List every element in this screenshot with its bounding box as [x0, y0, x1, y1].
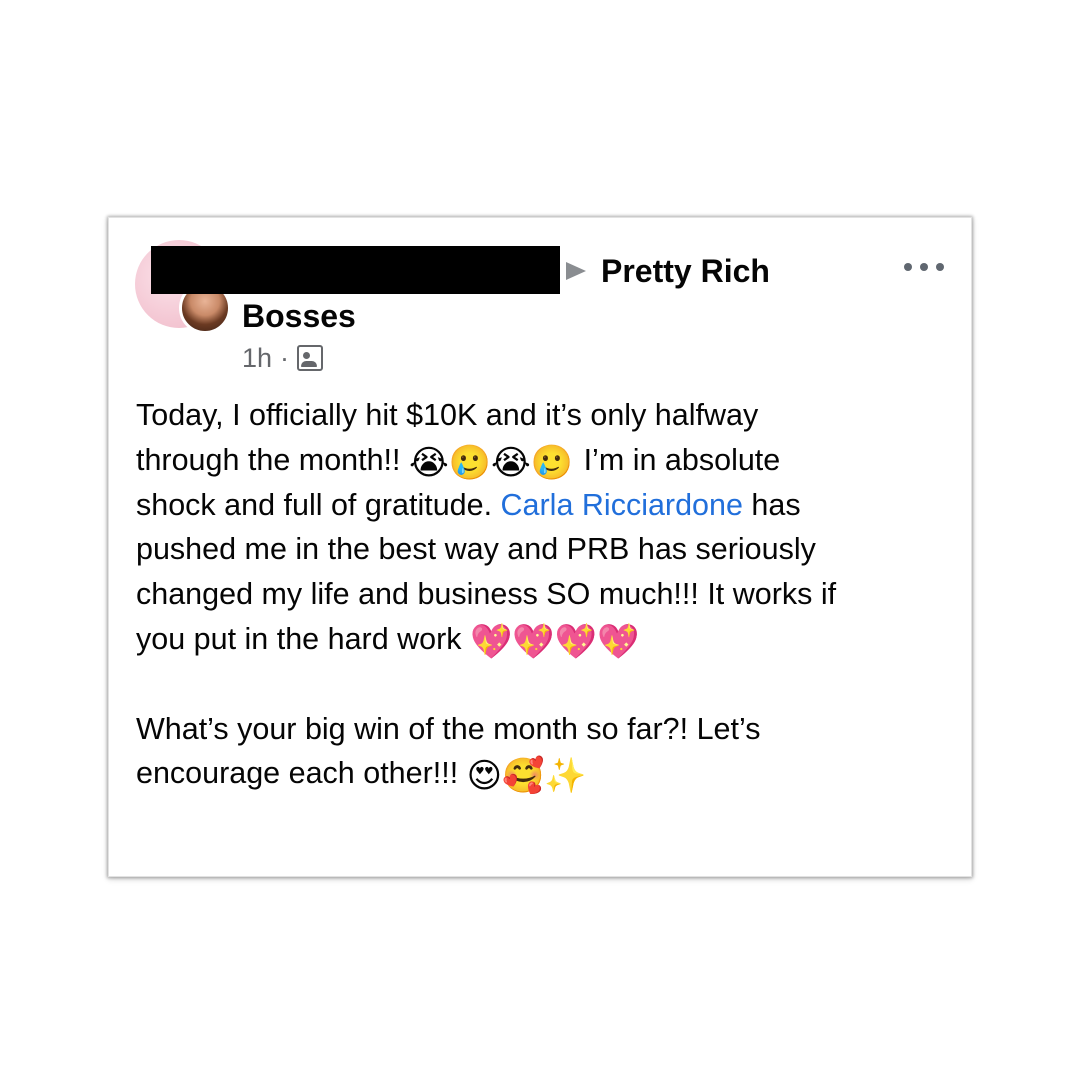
post-line: encourage each other!!! 😍🥰✨	[136, 751, 946, 796]
redacted-author-name	[151, 246, 560, 294]
post-text: encourage each other!!!	[136, 756, 467, 791]
post-text: changed my life and business SO much!!! …	[136, 577, 837, 612]
post-text: Today, I officially hit $10K and it’s on…	[136, 398, 759, 432]
post-line: you put in the hard work 💖💖💖💖	[136, 617, 946, 662]
post-body: Today, I officially hit $10K and it’s on…	[136, 393, 946, 796]
post-line: pushed me in the best way and PRB has se…	[136, 527, 946, 572]
group-name-continued[interactable]: Bosses	[242, 297, 356, 335]
emoji-sparkling-heart-icon: 💖💖💖💖	[470, 621, 640, 662]
post-text: shock and full of gratitude.	[136, 487, 501, 522]
emoji-heart-eyes-icon: 😍🥰✨	[466, 756, 587, 797]
post-line: Today, I officially hit $10K and it’s on…	[136, 393, 946, 438]
more-options-button[interactable]	[904, 258, 944, 276]
post-text: What’s your big win of the month so far?…	[136, 711, 761, 746]
group-name[interactable]: Pretty Rich	[601, 252, 770, 290]
more-dot-icon	[904, 263, 912, 271]
meta-separator: ·	[280, 342, 290, 373]
group-members-icon[interactable]	[297, 345, 324, 371]
more-dot-icon	[920, 263, 928, 271]
emoji-crying-icon: 😭🥲😭🥲	[408, 442, 574, 483]
post-text: pushed me in the best way and PRB has se…	[136, 532, 816, 567]
post-text: you put in the hard work	[136, 621, 470, 656]
post-text: I’m in absolute	[575, 442, 781, 477]
more-dot-icon	[936, 263, 944, 271]
post-line: shock and full of gratitude. Carla Ricci…	[136, 483, 946, 528]
post-line: What’s your big win of the month so far?…	[136, 707, 946, 752]
post-text: through the month!!	[136, 442, 409, 477]
post-line: changed my life and business SO much!!! …	[136, 572, 946, 617]
mention-link[interactable]: Carla Ricciardone	[501, 488, 743, 522]
post-text: has	[742, 487, 801, 522]
triangle-right-icon	[566, 262, 586, 280]
post-meta: 1h ·	[242, 342, 324, 374]
post-timestamp[interactable]: 1h	[242, 343, 272, 374]
post-line: through the month!! 😭🥲😭🥲 I’m in absolute	[136, 438, 946, 483]
